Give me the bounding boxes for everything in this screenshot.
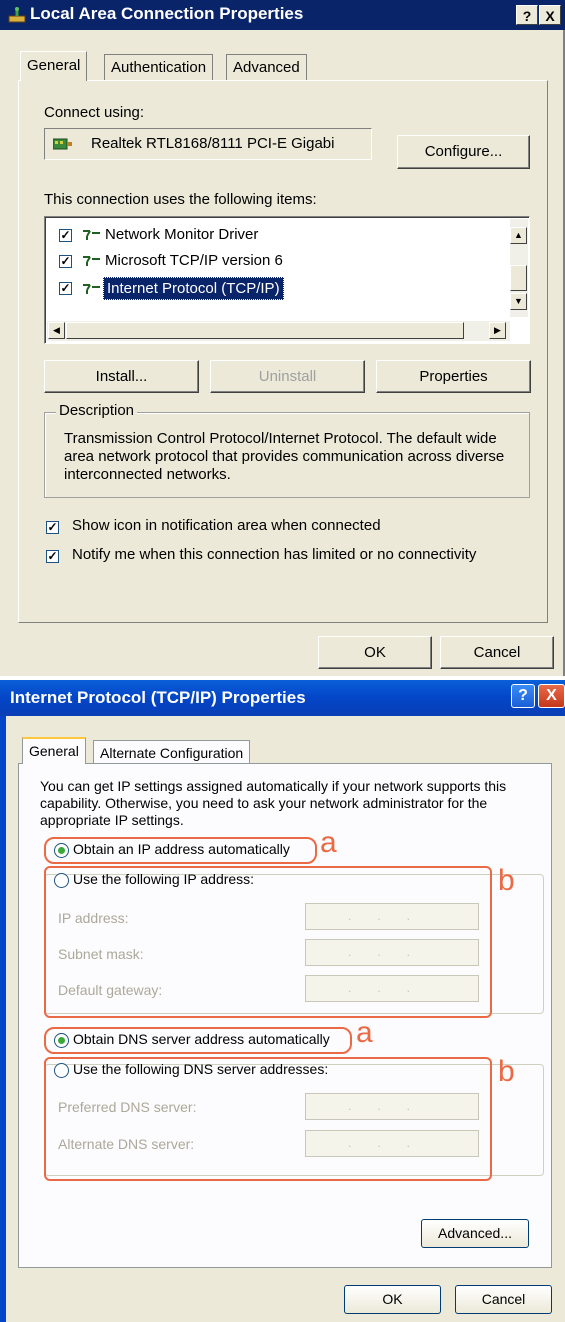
item-label: Network Monitor Driver: [105, 226, 259, 243]
list-item-selected[interactable]: ✓ Internet Protocol (TCP/IP): [53, 277, 493, 301]
obtain-ip-radio[interactable]: [54, 843, 69, 858]
components-list[interactable]: ✓ Network Monitor Driver ✓ Microsoft TCP…: [44, 216, 530, 344]
annotation-a: a: [320, 826, 337, 859]
list-item[interactable]: ✓ Microsoft TCP/IP version 6: [53, 251, 493, 273]
show-icon-checkbox[interactable]: ✓: [46, 521, 59, 534]
scroll-right-icon[interactable]: ▶: [489, 322, 506, 339]
adapter-name: Realtek RTL8168/8111 PCI-E Gigabi: [91, 135, 335, 152]
dialog2-title-bar[interactable]: Internet Protocol (TCP/IP) Properties ? …: [0, 680, 565, 716]
ip-address-label: IP address:: [58, 910, 129, 926]
horizontal-scrollbar[interactable]: ◀ ▶: [47, 321, 510, 341]
properties-button[interactable]: Properties: [376, 360, 531, 393]
cancel-button[interactable]: Cancel: [440, 636, 554, 669]
obtain-dns-label[interactable]: Obtain DNS server address automatically: [73, 1031, 330, 1047]
annotation-a: a: [356, 1016, 373, 1049]
dialog1-title: Local Area Connection Properties: [30, 4, 304, 23]
use-following-dns-radio[interactable]: [54, 1063, 69, 1078]
use-following-dns-label[interactable]: Use the following DNS server addresses:: [73, 1061, 328, 1077]
vertical-scrollbar[interactable]: ▲ ▼: [510, 219, 528, 317]
intro-text: You can get IP settings assigned automat…: [40, 778, 507, 828]
ok-button[interactable]: OK: [344, 1285, 441, 1314]
default-gateway-field[interactable]: ...: [305, 975, 479, 1002]
tab-advanced[interactable]: Advanced: [226, 54, 307, 80]
annotation-b: b: [498, 1055, 515, 1088]
item-checkbox[interactable]: ✓: [59, 229, 72, 242]
network-adapter-icon: [52, 137, 73, 155]
item-checkbox[interactable]: ✓: [59, 255, 72, 268]
scroll-thumb[interactable]: [510, 265, 527, 291]
close-button[interactable]: X: [538, 684, 565, 708]
tab-authentication[interactable]: Authentication: [104, 54, 214, 80]
uninstall-button[interactable]: Uninstall: [210, 360, 365, 393]
obtain-dns-radio[interactable]: [54, 1033, 69, 1048]
horizontal-scroll-thumb[interactable]: [66, 322, 464, 339]
use-following-ip-radio[interactable]: [54, 873, 69, 888]
item-label: Internet Protocol (TCP/IP): [103, 277, 284, 300]
tab-general[interactable]: General: [20, 51, 88, 81]
scroll-up-icon[interactable]: ▲: [510, 227, 527, 244]
network-component-icon: [81, 254, 101, 271]
scroll-down-icon[interactable]: ▼: [510, 293, 527, 310]
list-item[interactable]: ✓ Network Monitor Driver: [53, 225, 493, 247]
scroll-left-icon[interactable]: ◀: [48, 322, 65, 339]
notify-label[interactable]: Notify me when this connection has limit…: [72, 546, 476, 563]
adapter-field: Realtek RTL8168/8111 PCI-E Gigabi: [44, 128, 372, 160]
item-label: Microsoft TCP/IP version 6: [105, 252, 283, 269]
description-legend: Description: [56, 402, 138, 419]
preferred-dns-label: Preferred DNS server:: [58, 1099, 197, 1115]
notify-checkbox[interactable]: ✓: [46, 550, 59, 563]
item-checkbox[interactable]: ✓: [59, 282, 72, 295]
description-text: Transmission Control Protocol/Internet P…: [64, 430, 505, 483]
items-label: This connection uses the following items…: [44, 191, 317, 208]
ok-button[interactable]: OK: [318, 636, 432, 669]
ip-address-field[interactable]: ...: [305, 903, 479, 930]
dialog2-title: Internet Protocol (TCP/IP) Properties: [10, 688, 306, 707]
cancel-button[interactable]: Cancel: [455, 1285, 552, 1314]
install-button[interactable]: Install...: [44, 360, 199, 393]
tab-general[interactable]: General: [22, 737, 86, 764]
subnet-mask-label: Subnet mask:: [58, 946, 144, 962]
annotation-b: b: [498, 864, 515, 897]
subnet-mask-field[interactable]: ...: [305, 939, 479, 966]
use-following-ip-label[interactable]: Use the following IP address:: [73, 871, 254, 887]
configure-button[interactable]: Configure...: [397, 135, 530, 169]
obtain-ip-label[interactable]: Obtain an IP address automatically: [73, 841, 290, 857]
help-button[interactable]: ?: [516, 5, 538, 25]
connect-using-label: Connect using:: [44, 104, 145, 121]
advanced-button[interactable]: Advanced...: [421, 1219, 529, 1248]
default-gateway-label: Default gateway:: [58, 982, 163, 998]
alternate-dns-label: Alternate DNS server:: [58, 1136, 195, 1152]
network-component-icon: [81, 228, 101, 245]
close-button[interactable]: X: [539, 5, 561, 25]
dialog1-title-bar[interactable]: Local Area Connection Properties ? X: [0, 0, 565, 30]
preferred-dns-field[interactable]: ...: [305, 1093, 479, 1120]
network-connection-icon: [7, 6, 27, 29]
network-component-icon: [81, 282, 101, 299]
alternate-dns-field[interactable]: ...: [305, 1130, 479, 1157]
tab-alternate-configuration[interactable]: Alternate Configuration: [93, 740, 251, 764]
help-button[interactable]: ?: [511, 684, 535, 708]
show-icon-label[interactable]: Show icon in notification area when conn…: [72, 517, 381, 534]
